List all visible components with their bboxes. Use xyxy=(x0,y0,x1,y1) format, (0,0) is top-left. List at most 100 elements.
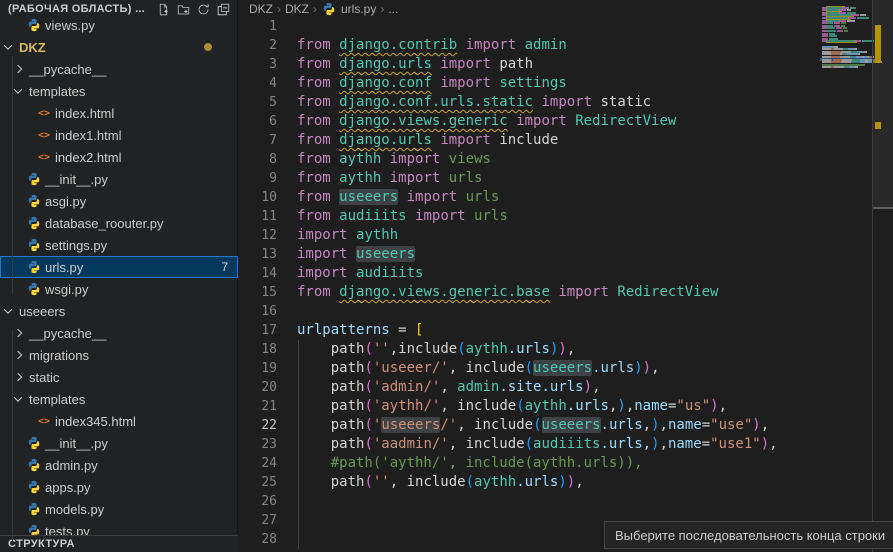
code-line-20[interactable]: 20 path('admin/', admin.site.urls), xyxy=(239,378,893,397)
tree-file-index-html[interactable]: <>index.html xyxy=(0,102,238,124)
code-line-4[interactable]: 4from django.conf import settings xyxy=(239,74,893,93)
code-area[interactable]: 12from django.contrib import admin3from … xyxy=(239,17,893,549)
line-number[interactable]: 28 xyxy=(239,530,277,549)
minimap[interactable] xyxy=(820,0,872,552)
tree-folder-templates[interactable]: templates xyxy=(0,80,238,102)
tree-file-asgi-py[interactable]: asgi.py xyxy=(0,190,238,212)
code-line-5[interactable]: 5 from django.conf.urls.static import sta… xyxy=(239,93,893,112)
line-number[interactable]: 23 xyxy=(239,435,277,454)
tree-file-models-py[interactable]: models.py xyxy=(0,498,238,520)
tree-folder-dkz[interactable]: DKZ xyxy=(0,36,238,58)
tree-file-index1-html[interactable]: <>index1.html xyxy=(0,124,238,146)
code-line-14[interactable]: 14import audiiits xyxy=(239,264,893,283)
line-number[interactable]: 24 xyxy=(239,454,277,473)
line-number[interactable]: 27 xyxy=(239,511,277,530)
code-line-19[interactable]: 19 path('useeer/', include(useeers.urls)… xyxy=(239,359,893,378)
line-number[interactable]: 12 xyxy=(239,226,277,245)
tree-file-index2-html[interactable]: <>index2.html xyxy=(0,146,238,168)
line-number[interactable]: 8 xyxy=(239,150,277,169)
line-number[interactable]: 1 xyxy=(239,17,277,36)
tree-folder-migrations[interactable]: migrations xyxy=(0,344,238,366)
overview-ruler-scrollbar[interactable] xyxy=(872,0,893,552)
line-number[interactable]: 25 xyxy=(239,473,277,492)
line-number[interactable]: 9 xyxy=(239,169,277,188)
code-line-3[interactable]: 3from django.urls import path xyxy=(239,55,893,74)
tree-item-label: __pycache__ xyxy=(29,326,106,341)
code-line-7[interactable]: 7from django.urls import include xyxy=(239,131,893,150)
line-number[interactable]: 26 xyxy=(239,492,277,511)
code-line-8[interactable]: 8from aythh import views xyxy=(239,150,893,169)
code-line-1[interactable]: 1 xyxy=(239,17,893,36)
tree-folder--pycache-[interactable]: __pycache__ xyxy=(0,322,238,344)
line-number[interactable]: 16 xyxy=(239,302,277,321)
code-line-23[interactable]: 23 path('aadmin/', include(audiiits.urls… xyxy=(239,435,893,454)
code-text: import useeers xyxy=(297,245,415,264)
code-line-16[interactable]: 16 xyxy=(239,302,893,321)
tree-folder-templates[interactable]: templates xyxy=(0,388,238,410)
tree-folder-static[interactable]: static xyxy=(0,366,238,388)
code-line-6[interactable]: 6from django.views.generic import Redire… xyxy=(239,112,893,131)
tree-file-admin-py[interactable]: admin.py xyxy=(0,454,238,476)
tree-file-urls-py[interactable]: urls.py7 xyxy=(0,256,238,278)
chevron-down-icon[interactable] xyxy=(0,44,16,50)
line-number[interactable]: 21 xyxy=(239,397,277,416)
line-number[interactable]: 22 xyxy=(239,416,277,435)
breadcrumb-separator: › xyxy=(380,2,384,16)
line-number[interactable]: 18 xyxy=(239,340,277,359)
code-text: from django.conf.urls.static import stat… xyxy=(297,93,651,112)
outline-section-header[interactable]: СТРУКТУРА xyxy=(0,535,238,552)
tree-file-database-roouter-py[interactable]: database_roouter.py xyxy=(0,212,238,234)
line-number[interactable]: 3 xyxy=(239,55,277,74)
code-line-25[interactable]: 25 path('', include(aythh.urls)), xyxy=(239,473,893,492)
tree-folder--pycache-[interactable]: __pycache__ xyxy=(0,58,238,80)
tree-file-settings-py[interactable]: settings.py xyxy=(0,234,238,256)
tree-file-tests-py[interactable]: tests.py xyxy=(0,520,238,536)
code-line-15[interactable]: 15from django.views.generic.base import … xyxy=(239,283,893,302)
line-number[interactable]: 14 xyxy=(239,264,277,283)
line-number[interactable]: 7 xyxy=(239,131,277,150)
line-number[interactable]: 6 xyxy=(239,112,277,131)
line-number[interactable]: 2 xyxy=(239,36,277,55)
breadcrumb-item-symbol[interactable]: ... xyxy=(388,2,398,16)
code-line-21[interactable]: 21 path('aythh/', include(aythh.urls,),n… xyxy=(239,397,893,416)
tree-file--init-py[interactable]: __init__.py xyxy=(0,168,238,190)
html-file-icon: <> xyxy=(36,152,52,163)
tree-file-index345-html[interactable]: <>index345.html xyxy=(0,410,238,432)
line-number[interactable]: 19 xyxy=(239,359,277,378)
breadcrumb-item-project[interactable]: DKZ xyxy=(249,2,273,16)
code-line-24[interactable]: 24 #path('aythh/', include(aythh.urls)), xyxy=(239,454,893,473)
breadcrumb[interactable]: DKZ › DKZ › urls.py › ... xyxy=(239,0,893,17)
tree-file-views-py[interactable]: views.py xyxy=(0,14,238,36)
code-line-22[interactable]: 22 path('useeers/', include(useeers.urls… xyxy=(239,416,893,435)
tree-file-apps-py[interactable]: apps.py xyxy=(0,476,238,498)
breadcrumb-item-folder[interactable]: DKZ xyxy=(285,2,309,16)
code-line-26[interactable]: 26 xyxy=(239,492,893,511)
line-number[interactable]: 13 xyxy=(239,245,277,264)
minimap-code-bar xyxy=(822,66,830,68)
code-line-18[interactable]: 18 path('',include(aythh.urls)), xyxy=(239,340,893,359)
code-line-9[interactable]: 9from aythh import urls xyxy=(239,169,893,188)
tree-file-wsgi-py[interactable]: wsgi.py xyxy=(0,278,238,300)
line-number[interactable]: 4 xyxy=(239,74,277,93)
breadcrumb-item-file[interactable]: urls.py xyxy=(341,2,376,16)
line-number[interactable]: 20 xyxy=(239,378,277,397)
code-text: path('useeers/', include(useeers.urls,),… xyxy=(297,416,769,435)
line-number[interactable]: 15 xyxy=(239,283,277,302)
line-number[interactable]: 11 xyxy=(239,207,277,226)
tree-folder-useeers[interactable]: useeers xyxy=(0,300,238,322)
line-number[interactable]: 10 xyxy=(239,188,277,207)
code-line-10[interactable]: 10from useeers import urls xyxy=(239,188,893,207)
line-number[interactable]: 17 xyxy=(239,321,277,340)
code-line-11[interactable]: 11from audiiits import urls xyxy=(239,207,893,226)
chevron-down-icon[interactable] xyxy=(0,308,16,314)
tree-file--init-py[interactable]: __init__.py xyxy=(0,432,238,454)
code-line-13[interactable]: 13 import useeers xyxy=(239,245,893,264)
line-number[interactable]: 5 xyxy=(239,93,277,112)
tree-item-label: templates xyxy=(29,84,85,99)
minimap-code-bar xyxy=(857,66,858,68)
file-tree: views.pyDKZ__pycache__templates<>index.h… xyxy=(0,14,238,536)
code-line-12[interactable]: 12import aythh xyxy=(239,226,893,245)
code-line-17[interactable]: 17urlpatterns = [ xyxy=(239,321,893,340)
code-line-2[interactable]: 2from django.contrib import admin xyxy=(239,36,893,55)
editor-pane[interactable]: DKZ › DKZ › urls.py › ... 12from django.… xyxy=(239,0,893,552)
